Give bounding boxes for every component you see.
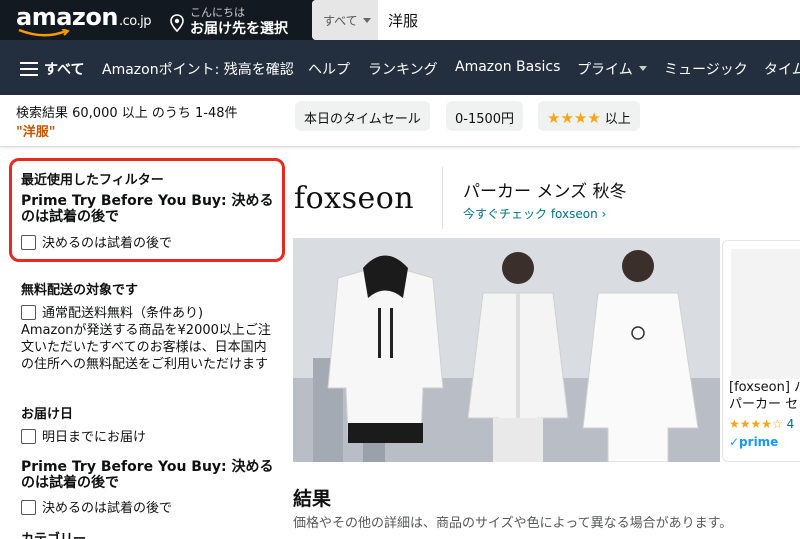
nav-item-help[interactable]: ヘルプ (308, 59, 350, 79)
free-shipping-description: Amazonが発送する商品を¥2000以上ご注文いただいたすべてのお客様は、日本… (21, 323, 271, 372)
chip-price[interactable]: 0-1500円 (446, 101, 524, 131)
checkbox-label: 決めるのは試着の後で (42, 501, 173, 516)
brand-shop-link[interactable]: 今すぐチェック foxseon › (463, 205, 606, 222)
checkbox[interactable] (21, 429, 36, 444)
location-pin-icon (170, 14, 184, 32)
brand-divider (442, 167, 443, 229)
nav-bar: すべて Amazonポイント: 残高を確認 ヘルプ ランキング Amazon B… (0, 40, 800, 95)
hoodie-models-illustration (293, 238, 720, 462)
filter-sidebar: 最近使用したフィルター Prime Try Before You Buy: 決め… (0, 148, 285, 539)
nav-item-music[interactable]: ミュージック (664, 59, 748, 79)
recent-filters-heading: 最近使用したフィルター (21, 173, 164, 188)
search-bar: すべて (312, 0, 800, 40)
nav-item-prime[interactable]: プライム (577, 59, 647, 79)
logo-smile-icon (18, 29, 70, 37)
hamburger-menu-icon[interactable] (20, 62, 38, 76)
search-query-label: "洋服" (16, 125, 56, 140)
try-before-buy-heading: Prime Try Before You Buy: 決めるのは試着の後で (21, 459, 274, 491)
rating-count: 4 (786, 417, 795, 431)
delivery-tomorrow-checkbox[interactable]: 明日までにお届け (21, 426, 146, 445)
product-title-line-2: パーカー セ (729, 397, 799, 412)
star-rating-icon: ★★★★ (547, 109, 601, 127)
checkbox[interactable] (21, 305, 36, 320)
results-subbar: 検索結果 60,000 以上 のうち 1-48件 "洋服" 本日のタイムセール … (0, 95, 800, 147)
search-category-label: すべて (323, 14, 358, 28)
brand-headline[interactable]: パーカー メンズ 秋冬 (463, 177, 626, 202)
result-count: 検索結果 60,000 以上 のうち 1-48件 (16, 106, 238, 121)
amazon-logo[interactable]: amazon.co.jp (16, 3, 151, 31)
category-heading: カテゴリー (21, 528, 86, 539)
brand-hero-image[interactable] (293, 238, 720, 462)
search-input[interactable] (388, 8, 788, 32)
checkbox[interactable] (21, 235, 36, 250)
nav-item-ranking[interactable]: ランキング (368, 59, 438, 79)
logo-tld: .co.jp (118, 14, 152, 29)
chevron-down-icon (362, 18, 371, 23)
checkbox-label: 明日までにお届け (42, 430, 147, 445)
checkbox-label: 通常配送料無料（条件あり) (42, 306, 204, 321)
results-subtitle: 価格やその他の詳細は、商品のサイズや色によって異なる場合があります。 (293, 516, 733, 531)
sponsored-brand-banner[interactable]: foxseon パーカー メンズ 秋冬 今すぐチェック foxseon › (290, 167, 800, 229)
product-image[interactable] (731, 249, 800, 379)
sponsored-product-card[interactable]: [foxseon] パ パーカー セ ★★★★☆ 4 ✓prime (722, 240, 800, 462)
top-header: amazon.co.jp こんにちは お届け先を選択 すべて (0, 0, 800, 40)
checkbox[interactable] (21, 500, 36, 515)
results-heading: 結果 (293, 488, 332, 510)
star-rating-icon: ★★★★☆ (729, 417, 783, 431)
search-category-dropdown[interactable]: すべて (312, 0, 378, 40)
nav-item-timesale[interactable]: タイム (764, 59, 800, 79)
chip-rating[interactable]: ★★★★ 以上 (538, 101, 640, 131)
recent-filter-title: Prime Try Before You Buy: 決めるのは試着の後で (21, 193, 274, 225)
nav-item-basics[interactable]: Amazon Basics (455, 59, 560, 75)
product-rating[interactable]: ★★★★☆ 4 (729, 417, 794, 431)
checkbox-label: 決めるのは試着の後で (42, 236, 173, 251)
product-title-line-1: [foxseon] パ (729, 380, 800, 395)
free-shipping-checkbox[interactable]: 通常配送料無料（条件あり) (21, 302, 203, 321)
chip-timesale[interactable]: 本日のタイムセール (295, 101, 430, 131)
logo-text: amazon (16, 3, 118, 31)
chip-rating-suffix: 以上 (604, 112, 631, 127)
delivery-date-heading: お届け日 (21, 407, 74, 422)
product-title[interactable]: [foxseon] パ パーカー セ (729, 379, 800, 413)
try-before-buy-checkbox[interactable]: 決めるのは試着の後で (21, 497, 172, 516)
recent-filter-try-checkbox[interactable]: 決めるのは試着の後で (21, 232, 172, 251)
nav-item-points[interactable]: Amazonポイント: 残高を確認 (102, 59, 294, 79)
brand-logo[interactable]: foxseon (294, 181, 414, 216)
deliver-select-label: お届け先を選択 (190, 21, 288, 37)
nav-prime-label: プライム (577, 62, 633, 78)
chevron-down-icon (638, 66, 647, 71)
prime-badge: ✓prime (729, 435, 779, 449)
free-shipping-heading: 無料配送の対象です (21, 283, 139, 298)
nav-all[interactable]: すべて (44, 59, 84, 79)
